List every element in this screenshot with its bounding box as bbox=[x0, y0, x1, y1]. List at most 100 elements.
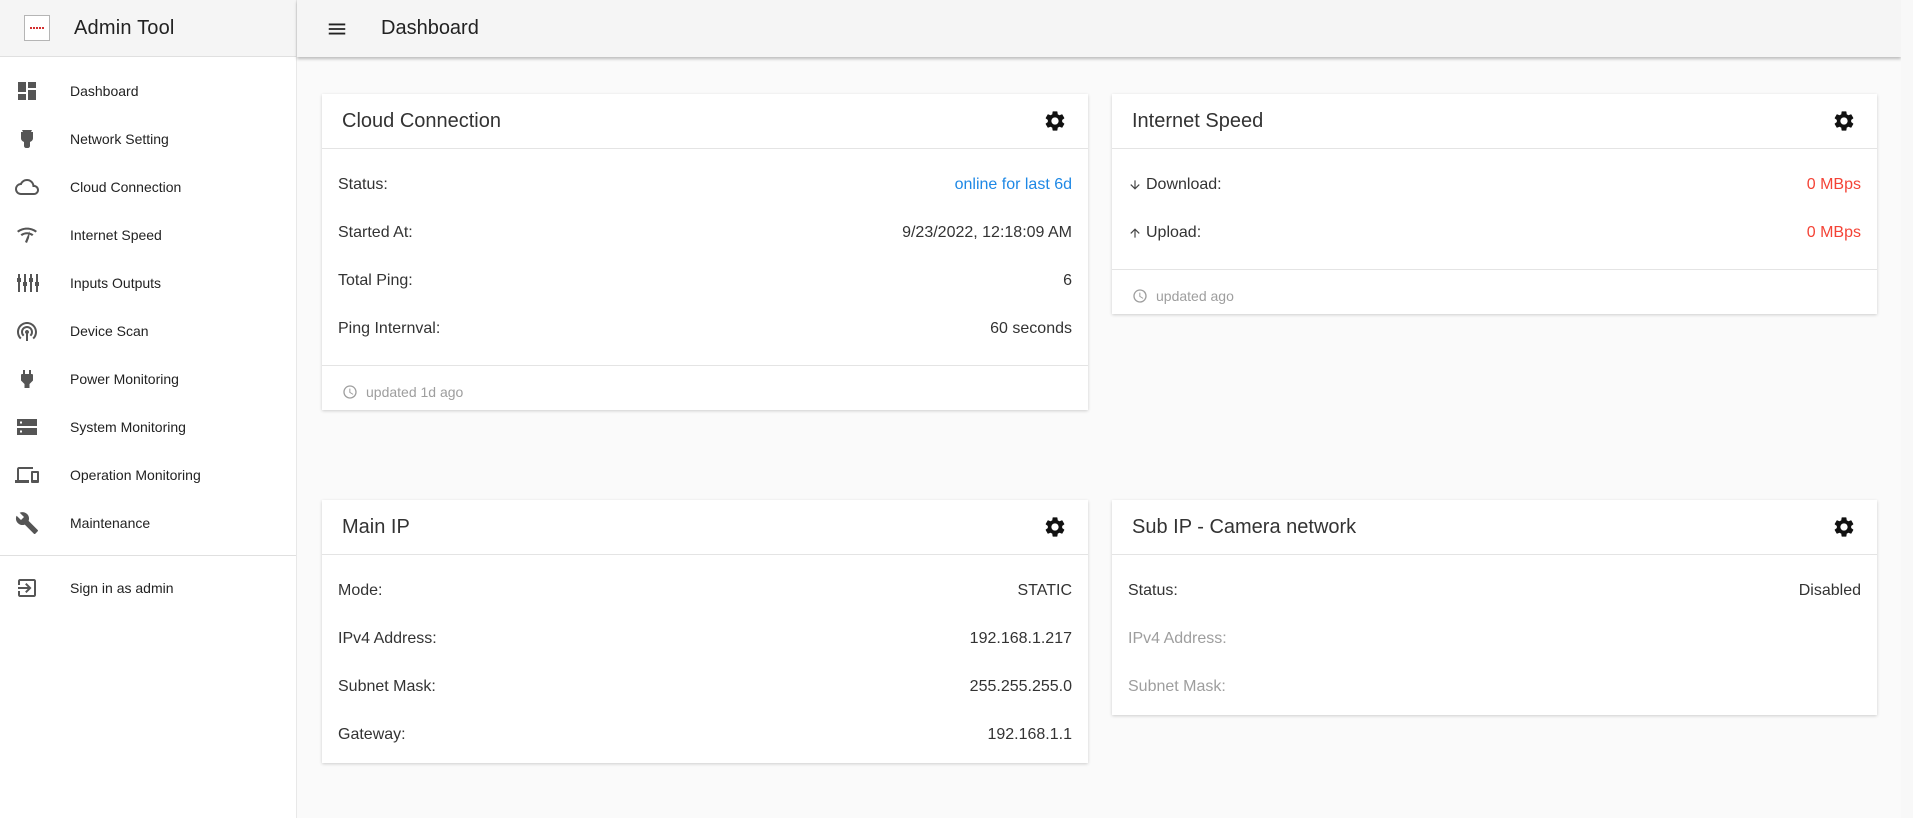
scrollbar-track[interactable] bbox=[1901, 0, 1913, 818]
card-body: Mode: STATIC IPv4 Address: 192.168.1.217… bbox=[322, 555, 1088, 771]
row-value: 192.168.1.1 bbox=[987, 726, 1072, 743]
row-label: Gateway: bbox=[338, 726, 406, 743]
card-title: Main IP bbox=[342, 515, 410, 538]
gear-icon bbox=[1045, 517, 1065, 537]
download-value: 0 MBps bbox=[1806, 176, 1861, 193]
card-title: Internet Speed bbox=[1132, 109, 1264, 132]
app-title: Admin Tool bbox=[74, 16, 175, 39]
gear-icon bbox=[1834, 111, 1854, 131]
main-ip-card: Main IP Mode: STATIC IPv4 Address: 192.1… bbox=[322, 500, 1088, 763]
main-ip-settings-button[interactable] bbox=[1042, 514, 1068, 540]
card-header: Cloud Connection bbox=[322, 94, 1088, 149]
sidebar-item-label: System Monitoring bbox=[70, 419, 186, 435]
info-row: Subnet Mask: bbox=[1128, 663, 1861, 711]
network-icon bbox=[14, 126, 40, 152]
row-value: 255.255.255.0 bbox=[969, 678, 1072, 695]
sidebar-item-label: Device Scan bbox=[70, 323, 149, 339]
row-label: Mode: bbox=[338, 582, 383, 599]
sidebar-item-system-monitoring[interactable]: System Monitoring bbox=[0, 403, 296, 451]
speed-settings-button[interactable] bbox=[1831, 108, 1857, 134]
info-row: Gateway: 192.168.1.1 bbox=[338, 711, 1072, 759]
row-value: STATIC bbox=[1017, 582, 1072, 599]
info-row: Status: Disabled bbox=[1128, 567, 1861, 615]
upload-value: 0 MBps bbox=[1806, 224, 1861, 241]
sidebar-item-label: Operation Monitoring bbox=[70, 467, 201, 483]
row-value: 192.168.1.217 bbox=[969, 630, 1072, 647]
info-row: Started At: 9/23/2022, 12:18:09 AM bbox=[338, 209, 1072, 257]
row-label: Download: bbox=[1146, 176, 1222, 193]
sidebar-item-cloud-connection[interactable]: Cloud Connection bbox=[0, 163, 296, 211]
row-label: Subnet Mask: bbox=[338, 678, 436, 695]
dashboard-icon bbox=[14, 78, 40, 104]
cloud-icon bbox=[14, 174, 40, 200]
card-header: Sub IP - Camera network bbox=[1112, 500, 1877, 555]
updated-text: updated ago bbox=[1156, 287, 1234, 304]
row-label: Status: bbox=[1128, 582, 1178, 599]
row-label: Total Ping: bbox=[338, 272, 413, 289]
arrow-up-icon bbox=[1128, 226, 1142, 240]
arrow-down-icon bbox=[1128, 178, 1142, 192]
sidebar-item-power-monitoring[interactable]: Power Monitoring bbox=[0, 355, 296, 403]
info-row: Download: 0 MBps bbox=[1128, 161, 1861, 209]
sidebar-item-sign-in[interactable]: Sign in as admin bbox=[0, 564, 296, 612]
sidebar-item-internet-speed[interactable]: Internet Speed bbox=[0, 211, 296, 259]
sidebar-nav: Dashboard Network Setting Cloud Connecti… bbox=[0, 57, 296, 612]
hamburger-icon bbox=[328, 23, 346, 34]
card-footer: updated ago bbox=[1112, 269, 1877, 321]
app-logo bbox=[24, 15, 50, 41]
sub-ip-settings-button[interactable] bbox=[1831, 514, 1857, 540]
info-row: Ping Internval: 60 seconds bbox=[338, 305, 1072, 353]
card-header: Internet Speed bbox=[1112, 94, 1877, 149]
row-label: IPv4 Address: bbox=[338, 630, 437, 647]
server-icon bbox=[14, 414, 40, 440]
sidebar-header: Admin Tool bbox=[0, 0, 296, 57]
connection-status-value: online for last 6d bbox=[954, 176, 1072, 193]
sidebar-item-label: Cloud Connection bbox=[70, 179, 182, 195]
upload-label-group: Upload: bbox=[1128, 224, 1201, 242]
row-label: Status: bbox=[338, 176, 388, 193]
row-value: Disabled bbox=[1798, 582, 1861, 599]
plug-icon bbox=[14, 366, 40, 392]
info-row: Upload: 0 MBps bbox=[1128, 209, 1861, 257]
devices-icon bbox=[14, 462, 40, 488]
info-row: Total Ping: 6 bbox=[338, 257, 1072, 305]
row-label: Subnet Mask: bbox=[1128, 678, 1226, 695]
download-label-group: Download: bbox=[1128, 176, 1222, 194]
card-title: Cloud Connection bbox=[342, 109, 501, 132]
updated-text: updated 1d ago bbox=[366, 383, 464, 400]
sidebar-item-dashboard[interactable]: Dashboard bbox=[0, 67, 296, 115]
sidebar-item-label: Network Setting bbox=[70, 131, 169, 147]
row-label: IPv4 Address: bbox=[1128, 630, 1227, 647]
sidebar-item-label: Inputs Outputs bbox=[70, 275, 162, 291]
card-header: Main IP bbox=[322, 500, 1088, 555]
sidebar: Admin Tool Dashboard Network Setting Clo… bbox=[0, 0, 297, 818]
internet-speed-card: Internet Speed Download: 0 MBps Upload: … bbox=[1112, 94, 1877, 314]
row-value: 9/23/2022, 12:18:09 AM bbox=[902, 224, 1072, 241]
top-app-bar: Dashboard bbox=[297, 0, 1901, 57]
speed-icon bbox=[14, 222, 40, 248]
row-value: 60 seconds bbox=[990, 320, 1072, 337]
card-body: Status: online for last 6d Started At: 9… bbox=[322, 149, 1088, 365]
sidebar-item-device-scan[interactable]: Device Scan bbox=[0, 307, 296, 355]
sidebar-item-operation-monitoring[interactable]: Operation Monitoring bbox=[0, 451, 296, 499]
cloud-settings-button[interactable] bbox=[1042, 108, 1068, 134]
row-label: Upload: bbox=[1146, 224, 1202, 241]
sidebar-item-network-setting[interactable]: Network Setting bbox=[0, 115, 296, 163]
cloud-connection-card: Cloud Connection Status: online for last… bbox=[322, 94, 1088, 410]
info-row: Status: online for last 6d bbox=[338, 161, 1072, 209]
io-icon bbox=[14, 270, 40, 296]
sidebar-item-inputs-outputs[interactable]: Inputs Outputs bbox=[0, 259, 296, 307]
sidebar-item-label: Sign in as admin bbox=[70, 580, 174, 596]
card-footer: updated 1d ago bbox=[322, 365, 1088, 417]
info-row: Mode: STATIC bbox=[338, 567, 1072, 615]
gear-icon bbox=[1045, 111, 1065, 131]
row-label: Started At: bbox=[338, 224, 413, 241]
gear-icon bbox=[1834, 517, 1854, 537]
sidebar-item-maintenance[interactable]: Maintenance bbox=[0, 499, 296, 547]
page-title: Dashboard bbox=[381, 17, 479, 39]
sidebar-item-label: Maintenance bbox=[70, 515, 151, 531]
info-row: IPv4 Address: 192.168.1.217 bbox=[338, 615, 1072, 663]
sub-ip-card: Sub IP - Camera network Status: Disabled… bbox=[1112, 500, 1877, 715]
menu-toggle-button[interactable] bbox=[323, 15, 351, 43]
clock-icon bbox=[1133, 288, 1147, 303]
